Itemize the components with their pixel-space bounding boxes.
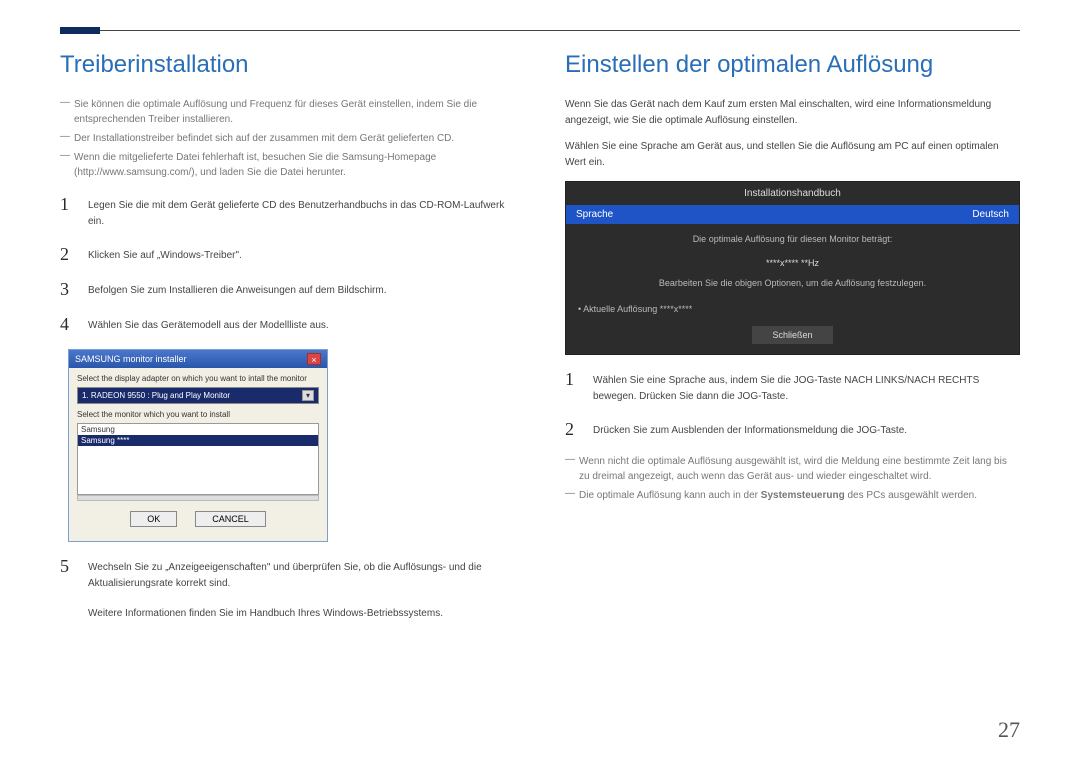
left-steps-cont: 5 Wechseln Sie zu „Anzeigeeigenschaften"… xyxy=(60,556,515,592)
step-text: Drücken Sie zum Ausblenden der Informati… xyxy=(593,419,907,439)
step-text: Wählen Sie das Gerätemodell aus der Mode… xyxy=(88,314,329,334)
step-item: 5 Wechseln Sie zu „Anzeigeeigenschaften"… xyxy=(60,556,515,592)
installer-title: SAMSUNG monitor installer xyxy=(75,354,187,364)
osd-lang-label: Sprache xyxy=(576,209,613,220)
header-rule xyxy=(60,30,1020,31)
osd-language-row[interactable]: Sprache Deutsch xyxy=(566,205,1019,224)
left-steps: 1 Legen Sie die mit dem Gerät gelieferte… xyxy=(60,194,515,335)
note-item: Der Installationstreiber befindet sich a… xyxy=(60,131,515,146)
note-item: Wenn die mitgelieferte Datei fehlerhaft … xyxy=(60,150,515,180)
osd-title: Installationshandbuch xyxy=(566,182,1019,205)
step-item: 2 Klicken Sie auf „Windows-Treiber". xyxy=(60,244,515,265)
step-text: Legen Sie die mit dem Gerät gelieferte C… xyxy=(88,194,515,230)
right-intro: Wählen Sie eine Sprache am Gerät aus, un… xyxy=(565,139,1020,171)
close-icon[interactable]: × xyxy=(307,353,321,365)
dropdown-value: 1. RADEON 9550 : Plug and Play Monitor xyxy=(82,391,230,400)
installer-titlebar: SAMSUNG monitor installer × xyxy=(69,350,327,368)
list-item[interactable]: Samsung xyxy=(78,424,318,435)
left-footer: Weitere Informationen finden Sie im Hand… xyxy=(88,606,515,622)
page-number: 27 xyxy=(998,717,1020,743)
right-column: Einstellen der optimalen Auflösung Wenn … xyxy=(565,51,1020,622)
chevron-down-icon: ▾ xyxy=(302,390,314,401)
installer-label: Select the display adapter on which you … xyxy=(77,374,319,383)
osd-resolution: ****x**** **Hz xyxy=(566,254,1019,278)
osd-text: Die optimale Auflösung für diesen Monito… xyxy=(566,224,1019,254)
list-item-selected[interactable]: Samsung **** xyxy=(78,435,318,446)
note-item: Sie können die optimale Auflösung und Fr… xyxy=(60,97,515,127)
osd-text: Bearbeiten Sie die obigen Optionen, um d… xyxy=(566,278,1019,298)
step-item: 4 Wählen Sie das Gerätemodell aus der Mo… xyxy=(60,314,515,335)
installer-window: SAMSUNG monitor installer × Select the d… xyxy=(68,349,328,542)
monitor-listbox[interactable]: Samsung Samsung **** xyxy=(77,423,319,495)
note-item: Die optimale Auflösung kann auch in der … xyxy=(565,488,1020,503)
step-number: 2 xyxy=(565,419,593,440)
step-item: 1 Wählen Sie eine Sprache aus, indem Sie… xyxy=(565,369,1020,405)
cancel-button[interactable]: CANCEL xyxy=(195,511,266,527)
osd-current-res: • Aktuelle Auflösung ****x**** xyxy=(566,298,1019,320)
right-intro: Wenn Sie das Gerät nach dem Kauf zum ers… xyxy=(565,97,1020,129)
step-text: Befolgen Sie zum Installieren die Anweis… xyxy=(88,279,387,299)
step-number: 2 xyxy=(60,244,88,265)
osd-panel: Installationshandbuch Sprache Deutsch Di… xyxy=(565,181,1020,355)
note-item: Wenn nicht die optimale Auflösung ausgew… xyxy=(565,454,1020,484)
osd-lang-value: Deutsch xyxy=(972,209,1009,220)
left-heading: Treiberinstallation xyxy=(60,51,515,79)
step-item: 2 Drücken Sie zum Ausblenden der Informa… xyxy=(565,419,1020,440)
right-steps: 1 Wählen Sie eine Sprache aus, indem Sie… xyxy=(565,369,1020,440)
step-number: 1 xyxy=(60,194,88,215)
adapter-dropdown[interactable]: 1. RADEON 9550 : Plug and Play Monitor ▾ xyxy=(77,387,319,404)
right-heading: Einstellen der optimalen Auflösung xyxy=(565,51,1020,79)
right-notes: Wenn nicht die optimale Auflösung ausgew… xyxy=(565,454,1020,503)
step-text: Wählen Sie eine Sprache aus, indem Sie d… xyxy=(593,369,1020,405)
step-text: Klicken Sie auf „Windows-Treiber". xyxy=(88,244,242,264)
step-item: 1 Legen Sie die mit dem Gerät gelieferte… xyxy=(60,194,515,230)
step-text: Wechseln Sie zu „Anzeigeeigenschaften" u… xyxy=(88,556,515,592)
left-notes: Sie können die optimale Auflösung und Fr… xyxy=(60,97,515,180)
step-number: 4 xyxy=(60,314,88,335)
step-number: 1 xyxy=(565,369,593,390)
step-number: 3 xyxy=(60,279,88,300)
step-item: 3 Befolgen Sie zum Installieren die Anwe… xyxy=(60,279,515,300)
left-column: Treiberinstallation Sie können die optim… xyxy=(60,51,515,622)
osd-close-button[interactable]: Schließen xyxy=(752,326,832,344)
ok-button[interactable]: OK xyxy=(130,511,177,527)
installer-label: Select the monitor which you want to ins… xyxy=(77,410,319,419)
step-number: 5 xyxy=(60,556,88,577)
